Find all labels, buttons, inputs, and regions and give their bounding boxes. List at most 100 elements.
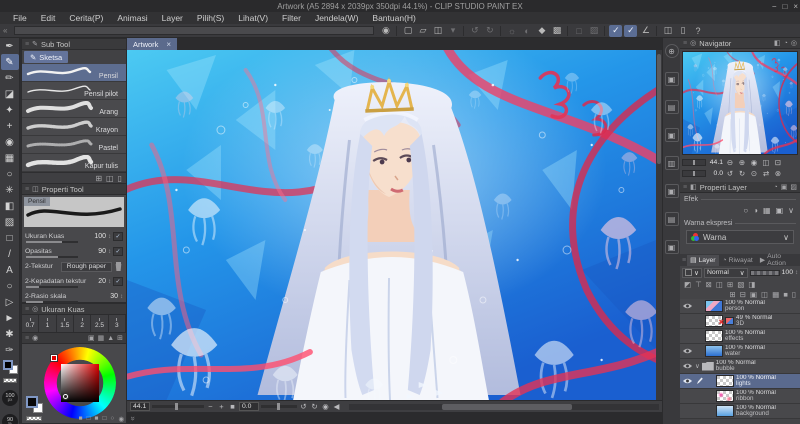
brush-item-pastel[interactable]: Pastel — [22, 136, 126, 154]
effect-tone-icon[interactable]: ◑ — [753, 206, 758, 215]
color-slider-tab-icon[interactable]: ▣ — [88, 334, 95, 342]
setting-texture[interactable]: 2-Tekstur Rough paper — [22, 259, 126, 274]
material-download-icon[interactable]: ▣ — [665, 240, 679, 254]
setting-scale-ratio[interactable]: 2-Rasio skala 30 ↕ — [22, 289, 126, 304]
setting-option-icon[interactable]: ✓ — [113, 247, 123, 256]
size-option[interactable]: 2.5 — [91, 315, 108, 332]
blend-mode-dropdown[interactable]: Normal ∨ — [704, 268, 748, 278]
effect-more-icon[interactable]: ∨ — [788, 206, 794, 215]
canvas-viewport[interactable] — [127, 50, 662, 400]
frame-border-tool-icon[interactable]: ▦ — [1, 150, 19, 166]
text-tool-icon[interactable]: A — [1, 262, 19, 278]
delete-layer-icon[interactable]: ▯ — [792, 290, 796, 299]
material-3d-icon[interactable]: ▤ — [665, 212, 679, 226]
add-subtool-icon[interactable]: ⊞ — [95, 174, 102, 183]
nav-rotate-left-icon[interactable]: ↺ — [725, 169, 735, 178]
size-option[interactable]: 1.5 — [57, 315, 74, 332]
layer-row-ribbon[interactable]: 100 % Normalribbon — [680, 389, 800, 404]
clip-to-layer-icon[interactable]: ◩ — [684, 280, 691, 289]
selection-border-icon[interactable]: ▩ — [550, 25, 563, 37]
color-history-tab-icon[interactable]: ⊞ — [117, 334, 123, 342]
folder-expand-icon[interactable]: ∨ — [695, 362, 700, 370]
color-mode-icon[interactable]: ■ — [95, 415, 99, 423]
quick-access-icon[interactable]: ⊕ — [665, 44, 679, 58]
nav-fit-screen-icon[interactable]: ◫ — [761, 158, 771, 167]
nav-zoom-out-icon[interactable]: ⊖ — [725, 158, 735, 167]
title-bar[interactable]: Artwork (A5 2894 x 2039px 350dpi 44.1%) … — [0, 0, 800, 12]
sv-marker[interactable] — [63, 394, 68, 399]
gradient-tool-icon[interactable]: ▨ — [1, 214, 19, 230]
new-file-icon[interactable]: ▢ — [401, 25, 414, 37]
panel-grip-icon[interactable]: ≡ — [25, 306, 29, 313]
menu-window[interactable]: Jendela(W) — [308, 13, 365, 23]
navigator-rotate-slider[interactable] — [682, 170, 706, 177]
panel-grip-icon[interactable]: ≡ — [682, 257, 686, 264]
nav-flip-reset-icon[interactable]: ⊗ — [773, 169, 783, 178]
deselect-icon[interactable]: □ — [572, 25, 585, 37]
visibility-eye-icon[interactable] — [682, 301, 693, 312]
setting-brush-size[interactable]: Ukuran Kuas 100 ↕ ✓ — [22, 229, 126, 244]
layer-thumbnail[interactable] — [705, 345, 723, 357]
layer-row-person[interactable]: 100 % Normalperson — [680, 299, 800, 314]
reset-rotation-icon[interactable]: ◉ — [321, 402, 330, 411]
ruler-icon[interactable]: ◫ — [661, 25, 674, 37]
gradient-icon[interactable]: ▨ — [587, 25, 600, 37]
fit-screen-icon[interactable]: ■ — [228, 402, 237, 411]
mask-icon[interactable]: ⊞ — [727, 280, 733, 289]
subtool-group-sketsa[interactable]: ✎ Sketsa — [24, 51, 68, 63]
panel-grip-icon[interactable]: ≡ — [25, 335, 29, 342]
layer-color-mark-icon[interactable]: ◨ — [748, 280, 755, 289]
transfer-down-icon[interactable]: ⊤ — [695, 280, 702, 289]
maximize-button[interactable]: □ — [782, 2, 787, 11]
polyline-tool-icon[interactable]: ▷ — [1, 294, 19, 310]
minimize-button[interactable]: − — [772, 2, 777, 11]
brush-item-pensil[interactable]: Pensil — [22, 64, 126, 82]
layer-thumbnail[interactable]: × — [705, 315, 723, 327]
spinner-icon[interactable]: ↕ — [108, 249, 111, 255]
spinner-icon[interactable]: ↕ — [108, 234, 111, 240]
transfer-to-lower-icon[interactable]: ◫ — [761, 290, 768, 299]
navigator-rotate-value[interactable]: 0.0 — [708, 170, 723, 177]
panel-grip-icon[interactable]: ≡ — [25, 41, 29, 48]
expand-panel-icon[interactable]: » — [129, 416, 138, 420]
visibility-eye-icon[interactable] — [682, 346, 693, 357]
size-option[interactable]: 0.7 — [22, 315, 39, 332]
material-image-icon[interactable]: ▣ — [665, 184, 679, 198]
navigator-zoom-value[interactable]: 44.1 — [708, 159, 723, 166]
pen-tool-icon[interactable]: ✒ — [1, 38, 19, 54]
blend-tool-icon[interactable]: ◉ — [1, 134, 19, 150]
effect-border-icon[interactable]: ○ — [743, 206, 748, 215]
brush-size-badge[interactable]: 100 px — [2, 390, 18, 406]
save-dropdown-icon[interactable]: ▾ — [446, 25, 459, 37]
tab-auto-action[interactable]: ▶ Auto Action — [757, 255, 798, 266]
color-mode-icon[interactable]: ○ — [110, 415, 114, 423]
clear-icon[interactable]: ☼ — [505, 25, 518, 37]
transparent-swatch[interactable] — [26, 416, 42, 421]
trash-icon[interactable] — [114, 262, 123, 271]
header-extra-icon[interactable]: ▨ — [790, 183, 797, 191]
layer-row-effects[interactable]: 100 % Normaleffects — [680, 329, 800, 344]
hue-marker[interactable] — [51, 355, 57, 361]
snap-grid-icon[interactable]: ∠ — [639, 25, 652, 37]
rotate-left-icon[interactable]: ↺ — [299, 402, 308, 411]
layer-thumbnail[interactable] — [716, 405, 734, 417]
create-mask-icon[interactable]: ■ — [783, 290, 788, 299]
layer-thumbnail[interactable] — [716, 390, 734, 402]
redo-icon[interactable]: ↻ — [483, 25, 496, 37]
header-extra-icon[interactable]: ▣ — [781, 183, 788, 191]
color-mode-icon[interactable]: □ — [87, 415, 91, 423]
brush-item-arang[interactable]: Arang — [22, 100, 126, 118]
foreground-background-swatch[interactable] — [3, 360, 19, 374]
delete-subtool-icon[interactable]: ▯ — [118, 174, 122, 183]
help-icon[interactable]: ? — [691, 25, 704, 37]
nav-zoom-in-icon[interactable]: ⊕ — [737, 158, 747, 167]
setting-opacity[interactable]: Opasitas 90 ↕ ✓ — [22, 244, 126, 259]
canvas-rotate-slider[interactable] — [261, 405, 297, 408]
menu-layer[interactable]: Layer — [155, 13, 190, 23]
zoom-in-icon[interactable]: + — [217, 402, 226, 411]
snap-ruler-icon[interactable]: ✓ — [609, 25, 622, 37]
lasso-tool-icon[interactable]: ○ — [1, 166, 19, 182]
menu-select[interactable]: Pilih(S) — [190, 13, 231, 23]
eraser-tool-icon[interactable]: ◪ — [1, 86, 19, 102]
nav-flip-horizontal-icon[interactable]: ⇄ — [761, 169, 771, 178]
